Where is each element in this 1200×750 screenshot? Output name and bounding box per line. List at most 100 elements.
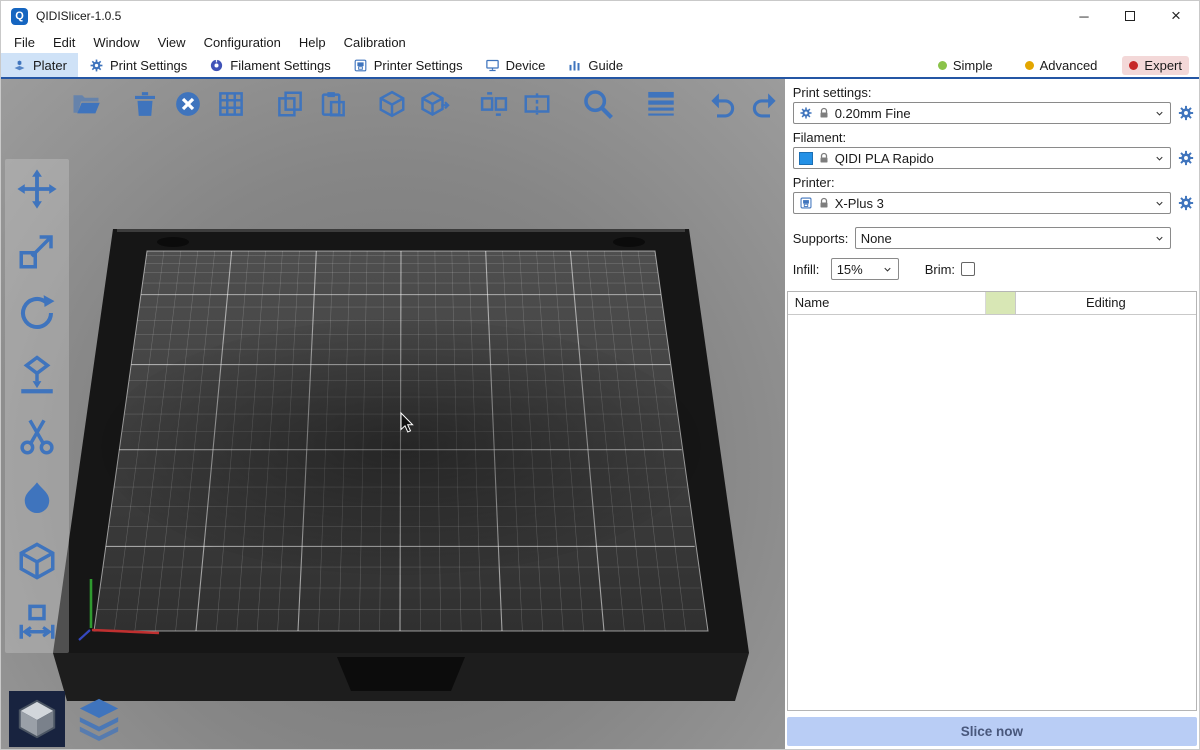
editing-column-header: Editing: [1016, 292, 1196, 314]
3d-viewport[interactable]: [1, 79, 785, 750]
undo-icon: [707, 89, 737, 119]
name-column-header: Name: [788, 292, 986, 314]
chevron-down-icon: [882, 264, 893, 275]
lock-icon: [818, 152, 830, 164]
supports-combo[interactable]: None: [855, 227, 1171, 249]
spacing-button[interactable]: [16, 602, 58, 644]
menu-window[interactable]: Window: [84, 31, 148, 53]
split-objects-button[interactable]: [479, 89, 509, 119]
redo-icon: [750, 89, 780, 119]
arrange-button[interactable]: [216, 89, 246, 119]
menu-file[interactable]: File: [5, 31, 44, 53]
maximize-button[interactable]: [1107, 1, 1153, 31]
arrange-icon: [216, 89, 246, 119]
delete-all-icon: [173, 89, 203, 119]
variable-layer-height-button[interactable]: [644, 87, 678, 121]
undo-button[interactable]: [707, 89, 737, 119]
mode-advanced[interactable]: Advanced: [1018, 56, 1105, 75]
print-settings-label: Print settings:: [793, 85, 1191, 100]
split-parts-button[interactable]: [522, 89, 552, 119]
tab-plater[interactable]: Plater: [1, 53, 78, 77]
place-on-face-button[interactable]: [16, 354, 58, 396]
mode-expert[interactable]: Expert: [1122, 56, 1189, 75]
mode-simple[interactable]: Simple: [931, 56, 1000, 75]
cut-icon: [16, 416, 58, 458]
menu-calibration[interactable]: Calibration: [335, 31, 415, 53]
brim-label: Brim:: [925, 262, 955, 277]
minimize-button[interactable]: ─: [1061, 1, 1107, 31]
delete-button[interactable]: [130, 89, 160, 119]
close-button[interactable]: ×: [1153, 1, 1199, 31]
filament-combo[interactable]: QIDI PLA Rapido: [793, 147, 1171, 169]
menu-help[interactable]: Help: [290, 31, 335, 53]
tab-device-label: Device: [506, 58, 546, 73]
menu-configuration[interactable]: Configuration: [195, 31, 290, 53]
paste-button[interactable]: [318, 89, 348, 119]
print-settings-gear-button[interactable]: [1177, 104, 1195, 122]
tab-printer-settings[interactable]: Printer Settings: [342, 53, 474, 77]
tab-device[interactable]: Device: [474, 53, 557, 77]
delete-all-button[interactable]: [173, 89, 203, 119]
titlebar: Q QIDISlicer-1.0.5 ─ ×: [1, 1, 1199, 31]
tab-guide[interactable]: Guide: [556, 53, 634, 77]
cut-button[interactable]: [16, 416, 58, 458]
slice-now-button[interactable]: Slice now: [787, 717, 1197, 746]
variable-layer-height-icon: [644, 87, 678, 121]
infill-label: Infill:: [793, 262, 831, 277]
open-icon: [71, 89, 101, 119]
tab-filament-settings[interactable]: Filament Settings: [198, 53, 341, 77]
search-button[interactable]: [581, 87, 615, 121]
add-instance-button[interactable]: [377, 89, 407, 119]
redo-button[interactable]: [750, 89, 780, 119]
measure-button[interactable]: [16, 540, 58, 582]
copy-button[interactable]: [275, 89, 305, 119]
delete-icon: [130, 89, 160, 119]
tab-printer-settings-label: Printer Settings: [374, 58, 463, 73]
device-icon: [485, 58, 500, 73]
menubar: File Edit Window View Configuration Help…: [1, 31, 1199, 53]
brim-checkbox[interactable]: [961, 262, 975, 276]
tab-print-settings[interactable]: Print Settings: [78, 53, 198, 77]
object-list: Name Editing: [787, 291, 1197, 711]
print-profile-gear-icon: [799, 106, 813, 120]
remove-instance-button[interactable]: [420, 89, 450, 119]
seam-button[interactable]: [16, 478, 58, 520]
tab-filament-settings-label: Filament Settings: [230, 58, 330, 73]
chevron-down-icon: [1154, 153, 1165, 164]
printer-value: X-Plus 3: [835, 196, 1149, 211]
filament-gear-button[interactable]: [1177, 149, 1195, 167]
bed-front-notch: [337, 657, 465, 691]
split-parts-icon: [522, 89, 552, 119]
move-button[interactable]: [16, 168, 58, 210]
expert-dot-icon: [1129, 61, 1138, 70]
printer-combo[interactable]: X-Plus 3: [793, 192, 1171, 214]
chevron-down-icon: [1154, 233, 1165, 244]
lock-icon: [818, 197, 830, 209]
menu-view[interactable]: View: [149, 31, 195, 53]
infill-combo[interactable]: 15%: [831, 258, 899, 280]
maximize-icon: [1125, 11, 1135, 21]
preview-view-button[interactable]: [71, 691, 127, 747]
sidebar: Print settings: 0.20mm Fine Filament: QI…: [785, 79, 1199, 749]
rotate-button[interactable]: [16, 292, 58, 334]
preview-layers-icon: [76, 696, 122, 742]
scale-button[interactable]: [16, 230, 58, 272]
print-settings-icon: [89, 58, 104, 73]
advanced-dot-icon: [1025, 61, 1034, 70]
object-list-body[interactable]: [788, 315, 1196, 710]
open-button[interactable]: [71, 89, 101, 119]
split-objects-icon: [479, 89, 509, 119]
filament-color-swatch: [799, 152, 813, 165]
extruder-column-header: [986, 292, 1016, 314]
print-settings-value: 0.20mm Fine: [835, 106, 1149, 121]
tab-plater-label: Plater: [33, 58, 67, 73]
view-toggles: [9, 691, 127, 747]
menu-edit[interactable]: Edit: [44, 31, 84, 53]
print-settings-combo[interactable]: 0.20mm Fine: [793, 102, 1171, 124]
chevron-down-icon: [1154, 198, 1165, 209]
add-instance-icon: [377, 89, 407, 119]
3d-editor-view-button[interactable]: [9, 691, 65, 747]
infill-value: 15%: [837, 262, 877, 277]
measure-icon: [16, 540, 58, 582]
printer-gear-button[interactable]: [1177, 194, 1195, 212]
